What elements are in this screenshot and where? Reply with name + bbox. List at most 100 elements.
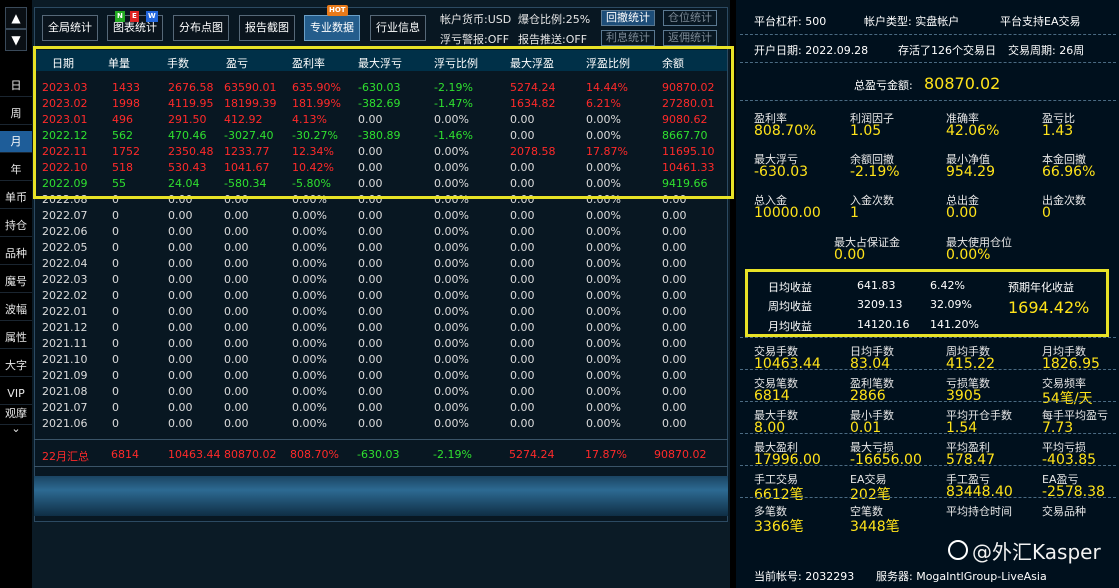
table-row[interactable]: 2022.12 562 470.46 -3027.40 -30.27% -380.89 -1… (37, 128, 727, 144)
cell-pnl: 0.00 (224, 305, 249, 318)
cell-balance: 0.00 (662, 369, 687, 382)
side-tab-large-font[interactable]: 大字 (0, 355, 32, 377)
table-row[interactable]: 2021.06 0 0.00 0.00 0.00% 0.00 0.00% 0.00 0.00% 0… (37, 416, 727, 432)
trade-period: 交易周期: 26周 (1008, 44, 1085, 57)
table-row[interactable]: 2023.01 496 291.50 412.92 4.13% 0.00 0.00% 0.00… (37, 112, 727, 128)
cell-date: 2022.08 (42, 193, 88, 206)
side-tab-symbols[interactable]: 品种 (0, 243, 32, 265)
position-stats-button[interactable]: 仓位统计 (663, 10, 717, 26)
table-row[interactable]: 2022.01 0 0.00 0.00 0.00% 0.00 0.00% 0.00 0.00% 0… (37, 304, 727, 320)
tab-industry-info[interactable]: 行业信息 (370, 15, 426, 41)
drawdown-stats-button[interactable]: 回撤统计 (601, 10, 655, 26)
summary-float-loss-ratio: -2.19% (433, 448, 472, 461)
stat-value: -2.19% (850, 164, 900, 180)
cell-balance: 11695.10 (662, 145, 715, 158)
period-month-tab[interactable]: 月 (0, 131, 32, 153)
cell-float-loss-ratio: 0.00% (434, 417, 469, 430)
table-row[interactable]: 2022.04 0 0.00 0.00 0.00% 0.00 0.00% 0.00 0.00% 0… (37, 256, 727, 272)
side-tab-single-currency[interactable]: 单币 (0, 187, 32, 209)
cell-max-float-loss: 0.00 (358, 321, 383, 334)
cell-max-float-loss: 0.00 (358, 273, 383, 286)
summary-period: 22月汇总 (42, 450, 89, 463)
cell-float-profit-ratio: 0.00% (586, 241, 621, 254)
cell-lots: 0.00 (168, 401, 193, 414)
table-row[interactable]: 2023.03 1433 2676.58 63590.01 635.90% -630.03… (37, 80, 727, 96)
cell-balance: 90870.02 (662, 81, 715, 94)
monthly-income-amount: 14120.16 (857, 318, 910, 331)
side-tab-volatility[interactable]: 波幅 (0, 299, 32, 321)
rebate-stats-button[interactable]: 返佣统计 (663, 30, 717, 46)
chevron-down-icon[interactable]: ⌄ (0, 423, 32, 437)
table-row[interactable]: 2021.07 0 0.00 0.00 0.00% 0.00 0.00% 0.00 0.00% 0… (37, 400, 727, 416)
table-row[interactable]: 2022.03 0 0.00 0.00 0.00% 0.00 0.00% 0.00 0.00% 0… (37, 272, 727, 288)
table-row[interactable]: 2021.12 0 0.00 0.00 0.00% 0.00 0.00% 0.00 0.00% 0… (37, 320, 727, 336)
table-row[interactable]: 2022.02 0 0.00 0.00 0.00% 0.00 0.00% 0.00 0.00% 0… (37, 288, 727, 304)
table-row[interactable]: 2021.11 0 0.00 0.00 0.00% 0.00 0.00% 0.00 0.00% 0… (37, 336, 727, 352)
cell-max-float-profit: 5274.24 (510, 81, 556, 94)
side-tab-positions[interactable]: 持仓 (0, 215, 32, 237)
cell-lots: 0.00 (168, 193, 193, 206)
table-row[interactable]: 2023.02 1998 4119.95 18199.39 181.99% -382.69… (37, 96, 727, 112)
cell-lots: 0.00 (168, 385, 193, 398)
tab-distribution[interactable]: 分布点图 (173, 15, 229, 41)
cell-orders: 0 (112, 353, 119, 366)
table-row[interactable]: 2022.08 0 0.00 0.00 0.00% 0.00 0.00% 0.00 0.00% 0… (37, 192, 727, 208)
cell-float-profit-ratio: 0.00% (586, 321, 621, 334)
cell-profit-rate: 0.00% (292, 305, 327, 318)
table-row[interactable]: 2021.10 0 0.00 0.00 0.00% 0.00 0.00% 0.00 0.00% 0… (37, 352, 727, 368)
summary-max-float-loss: -630.03 (357, 448, 400, 461)
table-row[interactable]: 2022.09 55 24.04 -580.34 -5.80% 0.00 0.00% 0.00… (37, 176, 727, 192)
period-year-tab[interactable]: 年 (0, 159, 32, 181)
cell-lots: 0.00 (168, 305, 193, 318)
summary-lots: 10463.44 (168, 448, 221, 461)
interest-stats-button[interactable]: 利息统计 (601, 30, 655, 46)
cell-date: 2023.01 (42, 113, 88, 126)
period-day-tab[interactable]: 日 (0, 75, 32, 97)
cell-lots: 0.00 (168, 321, 193, 334)
cell-float-loss-ratio: -2.19% (434, 81, 473, 94)
cell-date: 2022.01 (42, 305, 88, 318)
cell-float-profit-ratio: 0.00% (586, 225, 621, 238)
tab-report-screenshot[interactable]: 报告截图 (239, 15, 295, 41)
tab-pro-data[interactable]: 专业数据 (304, 15, 360, 41)
cell-date: 2023.03 (42, 81, 88, 94)
cell-pnl: 18199.39 (224, 97, 277, 110)
table-row[interactable]: 2022.07 0 0.00 0.00 0.00% 0.00 0.00% 0.00 0.00% 0… (37, 208, 727, 224)
period-week-tab[interactable]: 周 (0, 103, 32, 125)
cell-date: 2022.09 (42, 177, 88, 190)
cell-max-float-loss: 0.00 (358, 385, 383, 398)
scroll-up-button[interactable]: ▲ (5, 7, 27, 29)
table-row[interactable]: 2022.05 0 0.00 0.00 0.00% 0.00 0.00% 0.00 0.00% 0… (37, 240, 727, 256)
table-row[interactable]: 2022.10 518 530.43 1041.67 10.42% 0.00 0.00% 0.… (37, 160, 727, 176)
table-row[interactable]: 2021.09 0 0.00 0.00 0.00% 0.00 0.00% 0.00 0.00% 0… (37, 368, 727, 384)
cell-float-loss-ratio: 0.00% (434, 385, 469, 398)
side-tab-vip[interactable]: VIP (0, 383, 32, 405)
cell-float-profit-ratio: 0.00% (586, 209, 621, 222)
side-tab-attributes[interactable]: 属性 (0, 327, 32, 349)
tab-global-stats[interactable]: 全局统计 (42, 15, 98, 41)
cell-float-loss-ratio: 0.00% (434, 241, 469, 254)
cell-lots: 0.00 (168, 369, 193, 382)
cell-date: 2022.10 (42, 161, 88, 174)
cell-float-loss-ratio: 0.00% (434, 145, 469, 158)
cell-pnl: 0.00 (224, 353, 249, 366)
cell-lots: 2676.58 (168, 81, 214, 94)
summary-balance: 90870.02 (654, 448, 707, 461)
cell-pnl: 1041.67 (224, 161, 270, 174)
table-row[interactable]: 2021.08 0 0.00 0.00 0.00% 0.00 0.00% 0.00 0.00% 0… (37, 384, 727, 400)
cell-balance: 0.00 (662, 417, 687, 430)
cell-profit-rate: 0.00% (292, 273, 327, 286)
cell-float-loss-ratio: 0.00% (434, 225, 469, 238)
scroll-down-button[interactable]: ▼ (5, 29, 27, 51)
cell-float-loss-ratio: 0.00% (434, 161, 469, 174)
side-tab-magic[interactable]: 魔号 (0, 271, 32, 293)
cell-max-float-loss: 0.00 (358, 401, 383, 414)
server-name: 服务器: MogaIntlGroup-LiveAsia (876, 570, 1047, 583)
col-orders: 单量 (108, 57, 130, 70)
table-row[interactable]: 2022.06 0 0.00 0.00 0.00% 0.00 0.00% 0.00 0.00% 0… (37, 224, 727, 240)
cell-orders: 0 (112, 209, 119, 222)
table-row[interactable]: 2022.11 1752 2350.48 1233.77 12.34% 0.00 0.00%… (37, 144, 727, 160)
cell-lots: 470.46 (168, 129, 207, 142)
cell-pnl: 63590.01 (224, 81, 277, 94)
col-balance: 余额 (662, 57, 684, 70)
